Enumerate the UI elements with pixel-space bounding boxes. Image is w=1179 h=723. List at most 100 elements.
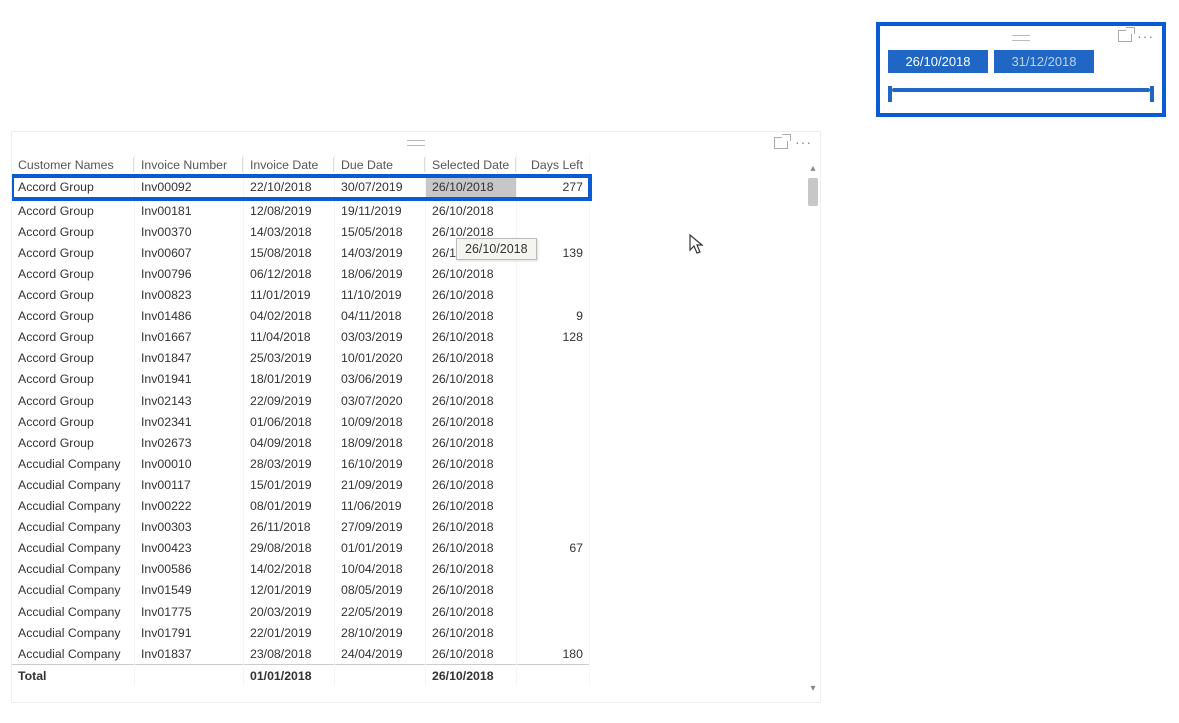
cell-days-left[interactable] <box>517 474 590 495</box>
cell-invoice-date[interactable]: 25/03/2019 <box>244 348 335 369</box>
table-row[interactable]: Accudial CompanyInv0179122/01/201928/10/… <box>12 622 590 643</box>
cell-days-left[interactable] <box>517 622 590 643</box>
cell-due-date[interactable]: 03/07/2020 <box>335 390 426 411</box>
cell-invoice-date[interactable]: 15/01/2019 <box>244 474 335 495</box>
cell-selected-date[interactable]: 26/10/2018 <box>426 176 517 199</box>
table-row[interactable]: Accudial CompanyInv0058614/02/201810/04/… <box>12 559 590 580</box>
table-header[interactable]: ··· <box>12 132 820 155</box>
cell-due-date[interactable]: 28/10/2019 <box>335 622 426 643</box>
cell-due-date[interactable]: 16/10/2019 <box>335 453 426 474</box>
more-options-icon[interactable]: ··· <box>1137 30 1154 42</box>
cell-invoice-date[interactable]: 15/08/2018 <box>244 242 335 263</box>
vertical-scrollbar[interactable]: ▴ ▾ <box>808 178 818 680</box>
cell-selected-date[interactable]: 26/10/2018 <box>426 622 517 643</box>
cell-invoice[interactable]: Inv00370 <box>135 221 244 242</box>
cell-due-date[interactable]: 03/06/2019 <box>335 369 426 390</box>
col-customer-names[interactable]: Customer Names <box>12 154 135 176</box>
cell-selected-date[interactable]: 26/10/2018 <box>426 538 517 559</box>
cell-selected-date[interactable]: 26/10/2018 <box>426 474 517 495</box>
cell-days-left[interactable] <box>517 559 590 580</box>
cell-days-left[interactable]: 9 <box>517 306 590 327</box>
cell-due-date[interactable]: 08/05/2019 <box>335 580 426 601</box>
cell-days-left[interactable] <box>517 517 590 538</box>
cell-due-date[interactable]: 11/10/2019 <box>335 285 426 306</box>
col-due-date[interactable]: Due Date <box>335 154 426 176</box>
cell-invoice-date[interactable]: 11/01/2019 <box>244 285 335 306</box>
cell-invoice-date[interactable]: 22/10/2018 <box>244 176 335 199</box>
cell-due-date[interactable]: 21/09/2019 <box>335 474 426 495</box>
slicer-start-date-input[interactable]: 26/10/2018 <box>888 50 988 73</box>
cell-invoice[interactable]: Inv01847 <box>135 348 244 369</box>
table-row[interactable]: Accord GroupInv0234101/06/201810/09/2018… <box>12 411 590 432</box>
slicer-slider[interactable] <box>892 83 1150 97</box>
table-row[interactable]: Accudial CompanyInv0011715/01/201921/09/… <box>12 474 590 495</box>
cell-selected-date[interactable]: 26/10/2018 <box>426 601 517 622</box>
cell-invoice[interactable]: Inv01486 <box>135 306 244 327</box>
cell-invoice[interactable]: Inv01775 <box>135 601 244 622</box>
cell-customer[interactable]: Accudial Company <box>12 496 135 517</box>
cell-selected-date[interactable]: 26/10/2018 <box>426 348 517 369</box>
cell-due-date[interactable]: 14/03/2019 <box>335 242 426 263</box>
cell-customer[interactable]: Accord Group <box>12 176 135 199</box>
cell-invoice[interactable]: Inv02341 <box>135 411 244 432</box>
cell-due-date[interactable]: 18/09/2018 <box>335 432 426 453</box>
cell-customer[interactable]: Accudial Company <box>12 601 135 622</box>
date-slicer-visual[interactable]: ··· 26/10/2018 31/12/2018 <box>876 22 1166 117</box>
slider-thumb-right[interactable] <box>1150 86 1154 102</box>
cell-invoice-date[interactable]: 29/08/2018 <box>244 538 335 559</box>
cell-due-date[interactable]: 30/07/2019 <box>335 176 426 199</box>
slider-thumb-left[interactable] <box>888 86 892 102</box>
scroll-up-arrow-icon[interactable]: ▴ <box>808 164 818 174</box>
table-row[interactable]: Accudial CompanyInv0042329/08/201801/01/… <box>12 538 590 559</box>
cell-invoice[interactable]: Inv00423 <box>135 538 244 559</box>
table-row[interactable]: Accord GroupInv0267304/09/201818/09/2018… <box>12 432 590 453</box>
drag-handle-icon[interactable] <box>1012 35 1030 41</box>
cell-selected-date[interactable]: 26/10/2018 <box>426 559 517 580</box>
cell-selected-date[interactable]: 26/10/2018 <box>426 199 517 222</box>
cell-days-left[interactable]: 67 <box>517 538 590 559</box>
cell-invoice[interactable]: Inv00222 <box>135 496 244 517</box>
cell-due-date[interactable]: 18/06/2019 <box>335 263 426 284</box>
cell-invoice-date[interactable]: 01/06/2018 <box>244 411 335 432</box>
cell-invoice[interactable]: Inv02673 <box>135 432 244 453</box>
cell-due-date[interactable]: 10/04/2018 <box>335 559 426 580</box>
cell-selected-date[interactable]: 26/10/2018 <box>426 306 517 327</box>
table-row[interactable]: Accudial CompanyInv0030326/11/201827/09/… <box>12 517 590 538</box>
cell-invoice-date[interactable]: 11/04/2018 <box>244 327 335 348</box>
cell-invoice-date[interactable]: 22/01/2019 <box>244 622 335 643</box>
cell-days-left[interactable] <box>517 369 590 390</box>
slicer-end-date-input[interactable]: 31/12/2018 <box>994 50 1094 73</box>
cell-due-date[interactable]: 10/09/2018 <box>335 411 426 432</box>
cell-due-date[interactable]: 24/04/2019 <box>335 643 426 665</box>
cell-days-left[interactable] <box>517 432 590 453</box>
table-row[interactable]: Accord GroupInv0009222/10/201830/07/2019… <box>12 176 590 199</box>
cell-invoice[interactable]: Inv00823 <box>135 285 244 306</box>
focus-mode-icon[interactable] <box>774 137 788 149</box>
table-row[interactable]: Accudial CompanyInv0001028/03/201916/10/… <box>12 453 590 474</box>
cell-customer[interactable]: Accudial Company <box>12 453 135 474</box>
cell-days-left[interactable] <box>517 601 590 622</box>
cell-customer[interactable]: Accord Group <box>12 411 135 432</box>
cell-invoice-date[interactable]: 06/12/2018 <box>244 263 335 284</box>
cell-due-date[interactable]: 19/11/2019 <box>335 199 426 222</box>
cell-invoice-date[interactable]: 12/01/2019 <box>244 580 335 601</box>
cell-days-left[interactable] <box>517 348 590 369</box>
cell-selected-date[interactable]: 26/10/2018 <box>426 432 517 453</box>
scroll-down-arrow-icon[interactable]: ▾ <box>808 684 818 694</box>
cell-due-date[interactable]: 15/05/2018 <box>335 221 426 242</box>
focus-mode-icon[interactable] <box>1118 30 1132 42</box>
cell-selected-date[interactable]: 26/10/2018 <box>426 327 517 348</box>
table-row[interactable]: Accord GroupInv0184725/03/201910/01/2020… <box>12 348 590 369</box>
cell-invoice-date[interactable]: 04/02/2018 <box>244 306 335 327</box>
cell-customer[interactable]: Accudial Company <box>12 643 135 665</box>
cell-days-left[interactable] <box>517 496 590 517</box>
cell-days-left[interactable] <box>517 390 590 411</box>
table-row[interactable]: Accord GroupInv0214322/09/201903/07/2020… <box>12 390 590 411</box>
cell-customer[interactable]: Accord Group <box>12 369 135 390</box>
cell-due-date[interactable]: 10/01/2020 <box>335 348 426 369</box>
cell-invoice[interactable]: Inv01791 <box>135 622 244 643</box>
cell-invoice-date[interactable]: 14/02/2018 <box>244 559 335 580</box>
cell-invoice[interactable]: Inv02143 <box>135 390 244 411</box>
cell-invoice-date[interactable]: 12/08/2019 <box>244 199 335 222</box>
cell-invoice[interactable]: Inv01837 <box>135 643 244 665</box>
